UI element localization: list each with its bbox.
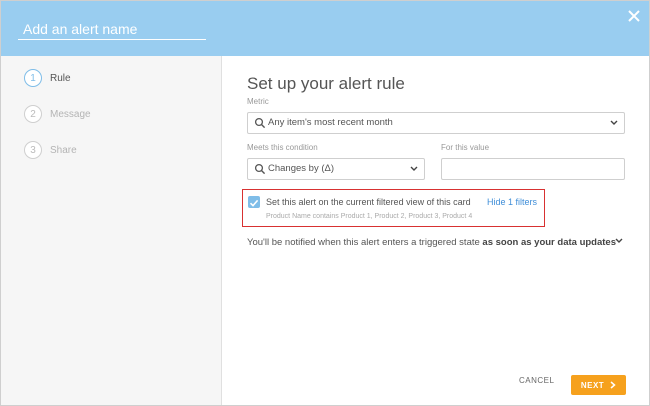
filter-label: Set this alert on the current filtered v… <box>266 197 471 207</box>
alert-name-input[interactable]: Add an alert name <box>18 18 206 40</box>
hide-filters-link[interactable]: Hide 1 filters <box>487 197 537 207</box>
alert-dialog: Add an alert name 1 Rule 2 Message 3 Sha… <box>0 0 650 406</box>
filter-option: Set this alert on the current filtered v… <box>242 189 545 227</box>
value-input[interactable] <box>441 158 625 180</box>
cancel-button[interactable]: CANCEL <box>519 376 554 385</box>
notify-prefix: You'll be notified when this alert enter… <box>247 237 480 248</box>
next-label: NEXT <box>580 380 605 390</box>
chevron-down-icon[interactable] <box>615 238 623 244</box>
filter-checkbox[interactable] <box>248 196 260 208</box>
step-label: Message <box>50 108 91 120</box>
value-label: For this value <box>441 143 490 152</box>
condition-value: Changes by (Δ) <box>268 163 335 174</box>
step-rule[interactable]: 1 Rule <box>24 69 71 87</box>
checkmark-icon <box>249 199 259 207</box>
condition-label: Meets this condition <box>247 143 318 152</box>
metric-select[interactable]: Any item's most recent month <box>247 112 625 134</box>
chevron-down-icon <box>610 120 618 125</box>
step-number: 1 <box>24 69 42 87</box>
step-share[interactable]: 3 Share <box>24 141 77 159</box>
step-message[interactable]: 2 Message <box>24 105 91 123</box>
page-title: Set up your alert rule <box>247 74 405 93</box>
filter-detail: Product Name contains Product 1, Product… <box>266 213 473 220</box>
metric-value: Any item's most recent month <box>268 117 393 128</box>
close-icon[interactable] <box>627 9 641 23</box>
rule-panel: Set up your alert rule Metric Any item's… <box>222 56 649 405</box>
step-number: 3 <box>24 141 42 159</box>
metric-label: Metric <box>247 97 269 106</box>
steps-sidebar: 1 Rule 2 Message 3 Share <box>1 56 222 405</box>
dialog-header: Add an alert name <box>1 1 649 56</box>
chevron-down-icon <box>410 166 418 171</box>
step-number: 2 <box>24 105 42 123</box>
step-label: Share <box>50 144 77 156</box>
search-icon <box>254 163 266 175</box>
next-button[interactable]: NEXT <box>571 375 626 395</box>
alert-name-placeholder: Add an alert name <box>23 20 138 37</box>
notify-timing-dropdown[interactable]: as soon as your data updates <box>482 237 616 248</box>
step-label: Rule <box>50 72 71 84</box>
notify-text: You'll be notified when this alert enter… <box>247 237 616 248</box>
search-icon <box>254 117 266 129</box>
condition-select[interactable]: Changes by (Δ) <box>247 158 425 180</box>
chevron-right-icon <box>610 381 616 389</box>
